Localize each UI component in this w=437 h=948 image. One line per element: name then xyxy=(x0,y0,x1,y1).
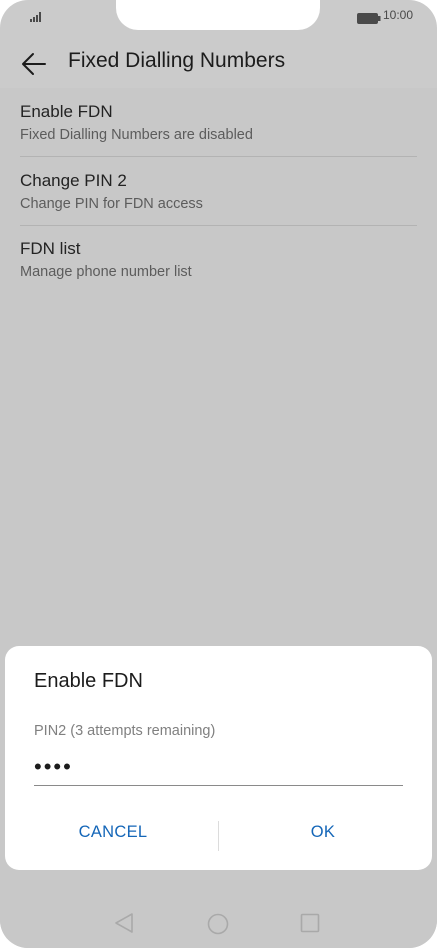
phone-screen: 10:00 Fixed Dialling Numbers Enable FDN … xyxy=(0,0,437,948)
pin2-masked-value: •••• xyxy=(34,754,73,779)
button-divider xyxy=(218,821,219,851)
nav-recents-icon[interactable] xyxy=(300,913,320,938)
pin2-field-label: PIN2 (3 attempts remaining) xyxy=(34,723,216,739)
dialog-title: Enable FDN xyxy=(34,670,143,692)
setting-subtitle: Fixed Dialling Numbers are disabled xyxy=(20,127,253,143)
enable-fdn-dialog: Enable FDN PIN2 (3 attempts remaining) •… xyxy=(5,646,432,870)
ok-button[interactable]: OK xyxy=(223,808,423,856)
setting-subtitle: Manage phone number list xyxy=(20,264,192,280)
nav-back-icon[interactable] xyxy=(113,912,135,939)
setting-title: FDN list xyxy=(20,239,81,258)
app-bar: Fixed Dialling Numbers xyxy=(0,40,437,88)
pin2-input[interactable] xyxy=(34,750,403,786)
setting-fdn-list[interactable]: FDN list Manage phone number list xyxy=(20,238,417,282)
page-title: Fixed Dialling Numbers xyxy=(68,49,286,72)
battery-icon xyxy=(357,11,381,29)
setting-change-pin2[interactable]: Change PIN 2 Change PIN for FDN access xyxy=(20,170,417,214)
signal-icon xyxy=(30,9,44,27)
display-notch xyxy=(116,0,320,30)
setting-title: Enable FDN xyxy=(20,102,113,121)
setting-title: Change PIN 2 xyxy=(20,171,127,190)
status-bar: 10:00 xyxy=(0,0,437,40)
setting-subtitle: Change PIN for FDN access xyxy=(20,196,203,212)
cancel-button[interactable]: CANCEL xyxy=(13,808,213,856)
list-divider xyxy=(20,156,417,157)
setting-enable-fdn[interactable]: Enable FDN Fixed Dialling Numbers are di… xyxy=(20,101,417,145)
status-time: 10:00 xyxy=(383,8,414,22)
navigation-bar xyxy=(0,894,437,948)
back-arrow-icon[interactable] xyxy=(18,48,50,80)
nav-home-icon[interactable] xyxy=(206,912,230,941)
list-divider xyxy=(20,225,417,226)
